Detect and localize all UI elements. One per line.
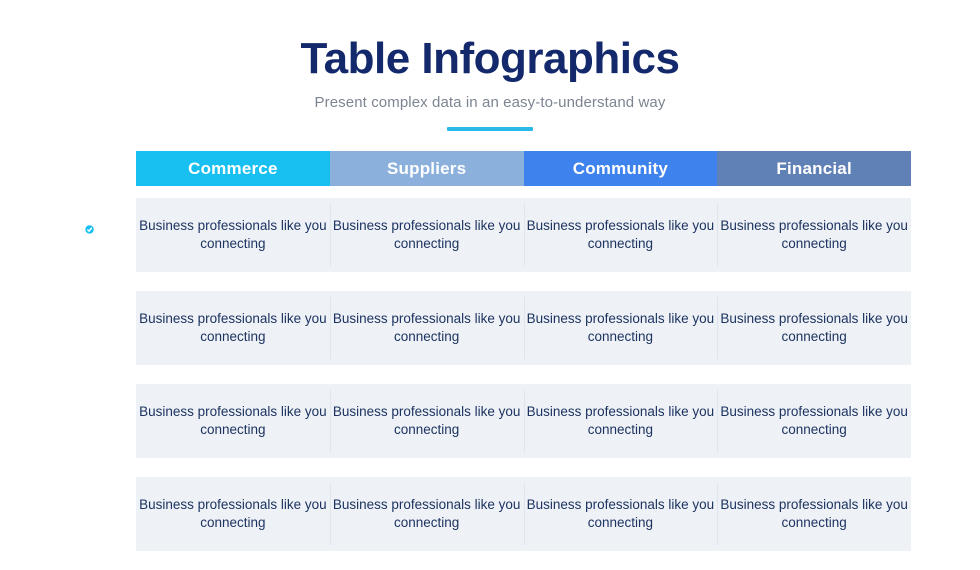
table-cell: Business professionals like you connecti… (523, 291, 718, 365)
column-header-label: Commerce (188, 158, 278, 178)
title-block: Table Infographics Present complex data … (0, 34, 980, 132)
table-cell: Business professionals like you connecti… (329, 198, 524, 272)
column-header-label: Community (572, 158, 669, 178)
two-idea-bulbs-icon (71, 320, 95, 336)
credit-card-check-icon (70, 223, 96, 245)
table-cell: Business professionals like you connecti… (329, 384, 524, 458)
table-row: Business professionals like you connecti… (136, 477, 911, 551)
table-cell: Business professionals like you connecti… (139, 403, 327, 437)
table-cell: Business professionals like you connecti… (717, 477, 911, 551)
table-header-row: Commerce Suppliers Community Financial (136, 151, 911, 186)
page-title: Table Infographics (300, 34, 680, 83)
table-cell: Business professionals like you connecti… (523, 477, 718, 551)
table-cell: Business professionals like you connecti… (717, 198, 911, 272)
slide-canvas: Table Infographics Present complex data … (0, 0, 980, 551)
infographic-table: Commerce Suppliers Community Financial B… (136, 151, 911, 570)
column-header-suppliers[interactable]: Suppliers (329, 151, 524, 186)
table-cell: Business professionals like you connecti… (139, 310, 327, 344)
table-cell: Business professionals like you connecti… (523, 384, 718, 458)
table-cell: Business professionals like you connecti… (717, 291, 911, 365)
row-icon-badge-person-growth-arrows (55, 471, 111, 527)
accent-divider (447, 127, 533, 132)
column-header-commerce[interactable]: Commerce (136, 151, 330, 186)
column-header-community[interactable]: Community (523, 151, 718, 186)
table-cell: Business professionals like you connecti… (523, 198, 718, 272)
column-header-label: Suppliers (386, 158, 467, 178)
table-cell: Business professionals like you connecti… (329, 291, 524, 365)
table-body: Business professionals like you connecti… (136, 198, 911, 551)
table-row: Business professionals like you connecti… (136, 198, 911, 272)
row-icon-badge-two-idea-bulbs (55, 301, 111, 357)
coffee-cup-clock-icon (71, 410, 95, 434)
column-header-financial[interactable]: Financial (717, 151, 911, 186)
person-growth-arrows-icon (71, 487, 92, 509)
table-cell: Business professionals like you connecti… (139, 496, 327, 530)
table-row: Business professionals like you connecti… (136, 384, 911, 458)
column-header-label: Financial (776, 158, 852, 178)
table-cell: Business professionals like you connecti… (717, 384, 911, 458)
row-icon-badge-credit-card-check (55, 208, 111, 264)
page-subtitle: Present complex data in an easy-to-under… (314, 94, 666, 112)
table-cell: Business professionals like you connecti… (139, 217, 327, 251)
table-row: Business professionals like you connecti… (136, 291, 911, 365)
row-icon-badge-coffee-cup-clock (55, 394, 111, 450)
table-cell: Business professionals like you connecti… (329, 477, 524, 551)
